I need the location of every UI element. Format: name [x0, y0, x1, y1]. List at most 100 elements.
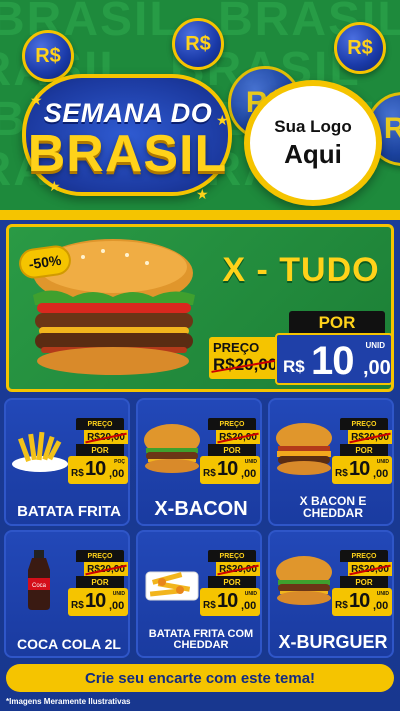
- hero-product-name: X - TUDO: [222, 251, 380, 289]
- product-name: X-BACON: [154, 498, 248, 520]
- svg-text:Coca: Coca: [32, 583, 47, 589]
- title-line-2: BRASIL: [27, 125, 228, 183]
- product-name: COCA COLA 2L: [17, 636, 121, 653]
- old-price-text: R$20,00: [87, 563, 125, 575]
- header-banner: BRASIL BRASIL BRASIL BRASIL BRASIL BRASI…: [0, 0, 400, 210]
- logo-placeholder: Sua Logo Aqui: [244, 80, 382, 206]
- hero-price-int: 10: [311, 339, 354, 383]
- new-price: R$ 10,00 UNID: [200, 456, 260, 484]
- currency: R$: [71, 600, 84, 611]
- price-int: 10: [349, 458, 370, 480]
- product-card: PREÇO R$20,00 POR R$ 10,00 UNID BATATA FRITA C…: [136, 530, 262, 658]
- burger-icon: [144, 424, 200, 473]
- soda-bottle-icon: Coca: [28, 550, 50, 610]
- unit: UNID: [244, 591, 257, 597]
- price-int: 10: [85, 590, 106, 612]
- price-cents: ,00: [241, 600, 257, 612]
- currency: R$: [203, 468, 216, 479]
- old-price: R$20,00: [84, 430, 128, 444]
- preco-label: PREÇO: [208, 550, 256, 562]
- hero-offer: -50% X - TUDO POR PREÇO R$20,00 R$ 10 ,0…: [6, 224, 394, 392]
- disclaimer: *Imagens Meramente Ilustrativas: [6, 697, 131, 706]
- old-price: R$20,00: [348, 562, 392, 576]
- new-price: R$ 10,00 UNID: [332, 456, 392, 484]
- price-int: 10: [349, 590, 370, 612]
- coin-icon: R$: [172, 18, 224, 70]
- price-cents: ,00: [109, 468, 125, 480]
- new-price: R$ 10,00 UNID: [332, 588, 392, 616]
- fries-cheddar-icon: [145, 571, 199, 601]
- star-icon: ★: [30, 92, 43, 108]
- hero-old-price-box: PREÇO R$20,00: [209, 337, 279, 379]
- old-price-text: R$20,00: [219, 563, 257, 575]
- hero-currency: R$: [283, 357, 305, 376]
- cta-banner: Crie seu encarte com este tema!: [6, 664, 394, 692]
- star-icon: ★: [216, 112, 229, 128]
- unit: POÇ: [114, 459, 125, 465]
- fries-icon: [12, 431, 68, 472]
- currency: R$: [71, 468, 84, 479]
- logo-line-1: Sua Logo: [274, 116, 352, 136]
- product-card: PREÇO R$20,00 POR R$ 10,00 POÇ BATATA FRITA: [4, 398, 130, 526]
- coin-icon: R$: [334, 22, 386, 74]
- new-price: R$ 10,00 POÇ: [68, 456, 128, 484]
- price-cents: ,00: [241, 468, 257, 480]
- price-cents: ,00: [373, 600, 389, 612]
- product-name: X-BURGUER: [278, 632, 388, 653]
- hero-por-label: POR: [289, 311, 385, 335]
- new-price: R$ 10,00 UNID: [200, 588, 260, 616]
- hero-old-price: R$20,00: [213, 355, 278, 374]
- burger-icon: [276, 556, 332, 605]
- hero-unit: UNID: [365, 341, 385, 350]
- product-card: PREÇO R$20,00 POR R$ 10,00 UNID X-BACON: [136, 398, 262, 526]
- price-cents: ,00: [109, 600, 125, 612]
- product-card: PREÇO R$20,00 POR R$ 10,00 UNID X BACON E CHED…: [268, 398, 394, 526]
- unit: UNID: [244, 459, 257, 465]
- product-card: PREÇO R$20,00 POR R$ 10,00 UNID X-BURGUER: [268, 530, 394, 658]
- old-price: R$20,00: [216, 562, 260, 576]
- price-int: 10: [85, 458, 106, 480]
- por-label: POR: [340, 576, 388, 588]
- old-price: R$20,00: [216, 430, 260, 444]
- star-icon: ★: [196, 186, 209, 202]
- price-cents: ,00: [373, 468, 389, 480]
- old-price-text: R$20,00: [87, 431, 125, 443]
- hero-preco-label: PREÇO: [213, 340, 260, 355]
- currency: R$: [335, 600, 348, 611]
- preco-label: PREÇO: [340, 418, 388, 430]
- hero-price: R$ 10 ,00 UNID: [275, 333, 391, 385]
- old-price: R$20,00: [348, 430, 392, 444]
- por-label: POR: [208, 444, 256, 456]
- burger-cheddar-icon: [276, 423, 332, 475]
- currency: R$: [203, 600, 216, 611]
- product-name: BATATA FRITA COM CHEDDAR: [148, 627, 254, 652]
- preco-label: PREÇO: [76, 550, 124, 562]
- por-label: POR: [76, 444, 124, 456]
- star-icon: ★: [48, 178, 61, 194]
- product-card: Coca PREÇO R$20,00 POR R$ 10,00 UNID COCA COLA …: [4, 530, 130, 658]
- por-label: POR: [76, 576, 124, 588]
- preco-label: PREÇO: [76, 418, 124, 430]
- preco-label: PREÇO: [208, 418, 256, 430]
- price-int: 10: [217, 458, 238, 480]
- por-label: POR: [340, 444, 388, 456]
- currency: R$: [335, 468, 348, 479]
- unit: UNID: [376, 459, 389, 465]
- logo-line-2: Aqui: [284, 138, 342, 169]
- yellow-stripe: [0, 210, 400, 220]
- new-price: R$ 10,00 UNID: [68, 588, 128, 616]
- old-price-text: R$20,00: [219, 431, 257, 443]
- old-price-text: R$20,00: [351, 563, 389, 575]
- product-name: X BACON E CHEDDAR: [299, 493, 367, 521]
- coin-icon: R$: [22, 30, 74, 82]
- por-label: POR: [208, 576, 256, 588]
- product-name: BATATA FRITA: [17, 503, 121, 521]
- old-price: R$20,00: [84, 562, 128, 576]
- flyer: BRASIL BRASIL BRASIL BRASIL BRASIL BRASI…: [0, 0, 400, 711]
- unit: UNID: [376, 591, 389, 597]
- preco-label: PREÇO: [340, 550, 388, 562]
- price-int: 10: [217, 590, 238, 612]
- unit: UNID: [112, 591, 125, 597]
- old-price-text: R$20,00: [351, 431, 389, 443]
- hero-price-cents: ,00: [363, 357, 391, 379]
